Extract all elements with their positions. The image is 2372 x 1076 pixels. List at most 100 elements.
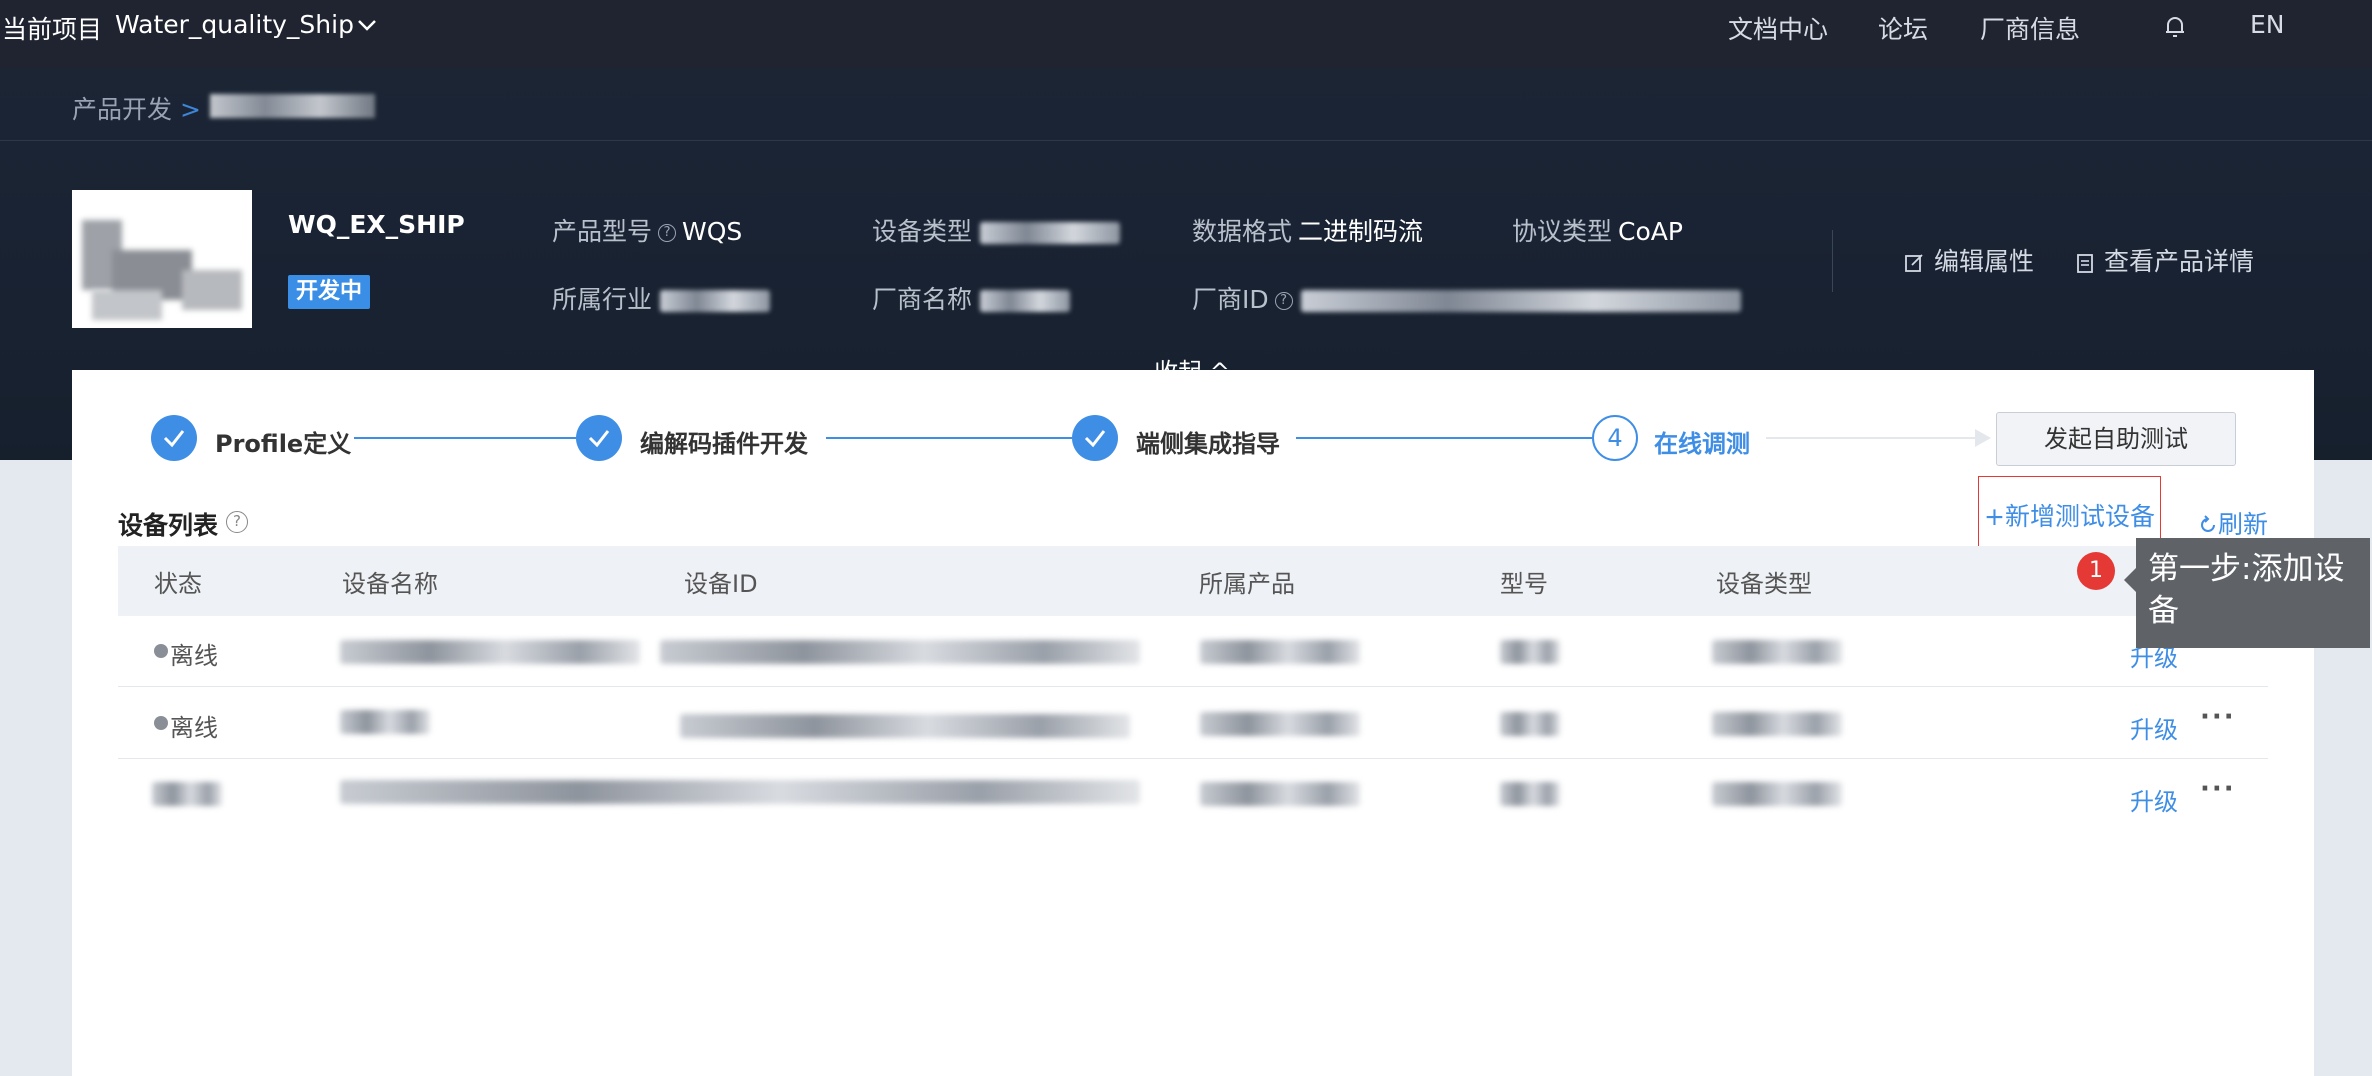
header-divider	[0, 140, 2372, 141]
device-id-redacted	[680, 714, 1130, 738]
chevron-right-icon: >	[180, 95, 201, 124]
nav-forum[interactable]: 论坛	[1878, 10, 1928, 46]
model-redacted	[1500, 640, 1560, 664]
device-list-title: 设备列表	[118, 511, 219, 540]
document-icon	[2077, 254, 2093, 273]
collapse-button[interactable]: 收起 ^	[1113, 350, 1271, 394]
device-type: 设备类型	[872, 212, 1120, 248]
status-redacted	[152, 782, 222, 806]
product-redacted	[1200, 640, 1360, 664]
edit-icon	[1905, 254, 1923, 272]
nav-docs[interactable]: 文档中心	[1728, 10, 1828, 46]
product-model: 产品型号? WQS	[552, 212, 742, 248]
row-status: 离线	[154, 636, 218, 671]
row-divider	[118, 758, 2268, 759]
step-connector	[354, 437, 576, 439]
step-1-check-icon	[151, 415, 197, 461]
protocol-type-value: CoAP	[1618, 217, 1683, 246]
step-connector	[1766, 437, 1978, 439]
device-type-label: 设备类型	[872, 217, 973, 246]
product-image	[72, 190, 252, 328]
bell-icon[interactable]	[2162, 14, 2188, 40]
project-selector[interactable]: Water_quality_Ship	[115, 10, 354, 39]
product-model-value: WQS	[682, 217, 743, 246]
data-format-label: 数据格式	[1192, 217, 1293, 246]
product-model-label: 产品型号	[552, 217, 653, 246]
help-icon[interactable]: ?	[226, 511, 248, 533]
more-icon[interactable]: ···	[2200, 702, 2236, 732]
row-divider	[118, 686, 2268, 687]
breadcrumb-root[interactable]: 产品开发	[72, 95, 172, 124]
guide-tooltip: 第一步:添加设备	[2124, 538, 2370, 648]
chevron-down-icon[interactable]	[352, 10, 382, 40]
step-1-label: Profile定义	[215, 430, 352, 458]
upgrade-button[interactable]: 升级	[2130, 710, 2178, 745]
step-4-number: 4	[1592, 415, 1638, 461]
vendor-name-label: 厂商名称	[872, 285, 973, 314]
product-redacted	[1200, 712, 1360, 736]
step-3-check-icon	[1072, 415, 1118, 461]
refresh-label: 刷新	[2218, 510, 2269, 539]
chevron-up-icon: ^	[1209, 358, 1230, 386]
model-redacted	[1500, 782, 1560, 806]
view-details-label: 查看产品详情	[2104, 247, 2255, 276]
column-model: 型号	[1500, 570, 1548, 598]
self-test-button[interactable]: 发起自助测试	[1996, 412, 2236, 466]
step-2-label: 编解码插件开发	[640, 430, 808, 458]
view-details-button[interactable]: 查看产品详情	[2076, 242, 2254, 278]
column-device-name: 设备名称	[342, 570, 438, 598]
vendor-name-value-redacted	[979, 290, 1070, 312]
step-4-label: 在线调测	[1654, 430, 1750, 458]
top-bar: 当前项目 Water_quality_Ship 文档中心 论坛 厂商信息 EN	[0, 0, 2372, 68]
industry: 所属行业	[552, 280, 770, 316]
step-2-check-icon	[576, 415, 622, 461]
vendor-id: 厂商ID?	[1192, 280, 1741, 316]
nav-vendor-info[interactable]: 厂商信息	[1980, 10, 2080, 46]
device-name-redacted	[340, 640, 640, 664]
status-dot	[154, 644, 168, 658]
step-connector	[1296, 437, 1592, 439]
protocol-type: 协议类型 CoAP	[1512, 212, 1683, 248]
product-name: WQ_EX_SHIP	[288, 210, 465, 239]
language-switch[interactable]: EN	[2250, 10, 2285, 39]
edit-attributes-button[interactable]: 编辑属性	[1904, 242, 2034, 278]
device-type-value-redacted	[979, 222, 1120, 244]
column-device-type: 设备类型	[1716, 570, 1812, 598]
device-type-redacted	[1712, 712, 1842, 736]
edit-attributes-label: 编辑属性	[1934, 247, 2035, 276]
row-status: 离线	[154, 708, 218, 743]
industry-value-redacted	[659, 290, 770, 312]
product-redacted	[1200, 782, 1360, 806]
table-header	[118, 546, 2268, 616]
status-badge: 开发中	[288, 275, 371, 309]
vendor-name: 厂商名称	[872, 280, 1070, 316]
vendor-id-value-redacted	[1300, 290, 1741, 312]
collapse-label: 收起	[1154, 358, 1203, 386]
status-dot	[154, 716, 168, 730]
more-icon[interactable]: ···	[2200, 774, 2236, 804]
refresh-icon	[2201, 515, 2215, 532]
industry-label: 所属行业	[552, 285, 653, 314]
upgrade-button[interactable]: 升级	[2130, 782, 2178, 817]
arrow-right-icon	[1975, 429, 1991, 447]
column-device-id: 设备ID	[684, 570, 758, 598]
step-3-label: 端侧集成指导	[1136, 430, 1280, 458]
help-icon[interactable]: ?	[658, 224, 677, 242]
project-label: 当前项目	[2, 15, 103, 44]
protocol-type-label: 协议类型	[1512, 217, 1613, 246]
help-icon[interactable]: ?	[1274, 292, 1293, 310]
data-format-value: 二进制码流	[1298, 217, 1424, 246]
column-product: 所属产品	[1199, 570, 1295, 598]
step-connector	[826, 437, 1072, 439]
refresh-button[interactable]: 刷新	[2198, 505, 2268, 541]
vendor-id-label: 厂商ID	[1192, 285, 1269, 314]
breadcrumb-current-redacted	[210, 94, 375, 118]
data-format: 数据格式 二进制码流	[1192, 212, 1423, 248]
model-redacted	[1500, 712, 1560, 736]
device-id-redacted	[660, 640, 1140, 664]
device-name-redacted	[340, 710, 430, 734]
header-separator	[1832, 230, 1833, 292]
device-type-redacted	[1712, 782, 1842, 806]
device-type-redacted	[1712, 640, 1842, 664]
column-status: 状态	[154, 570, 202, 598]
